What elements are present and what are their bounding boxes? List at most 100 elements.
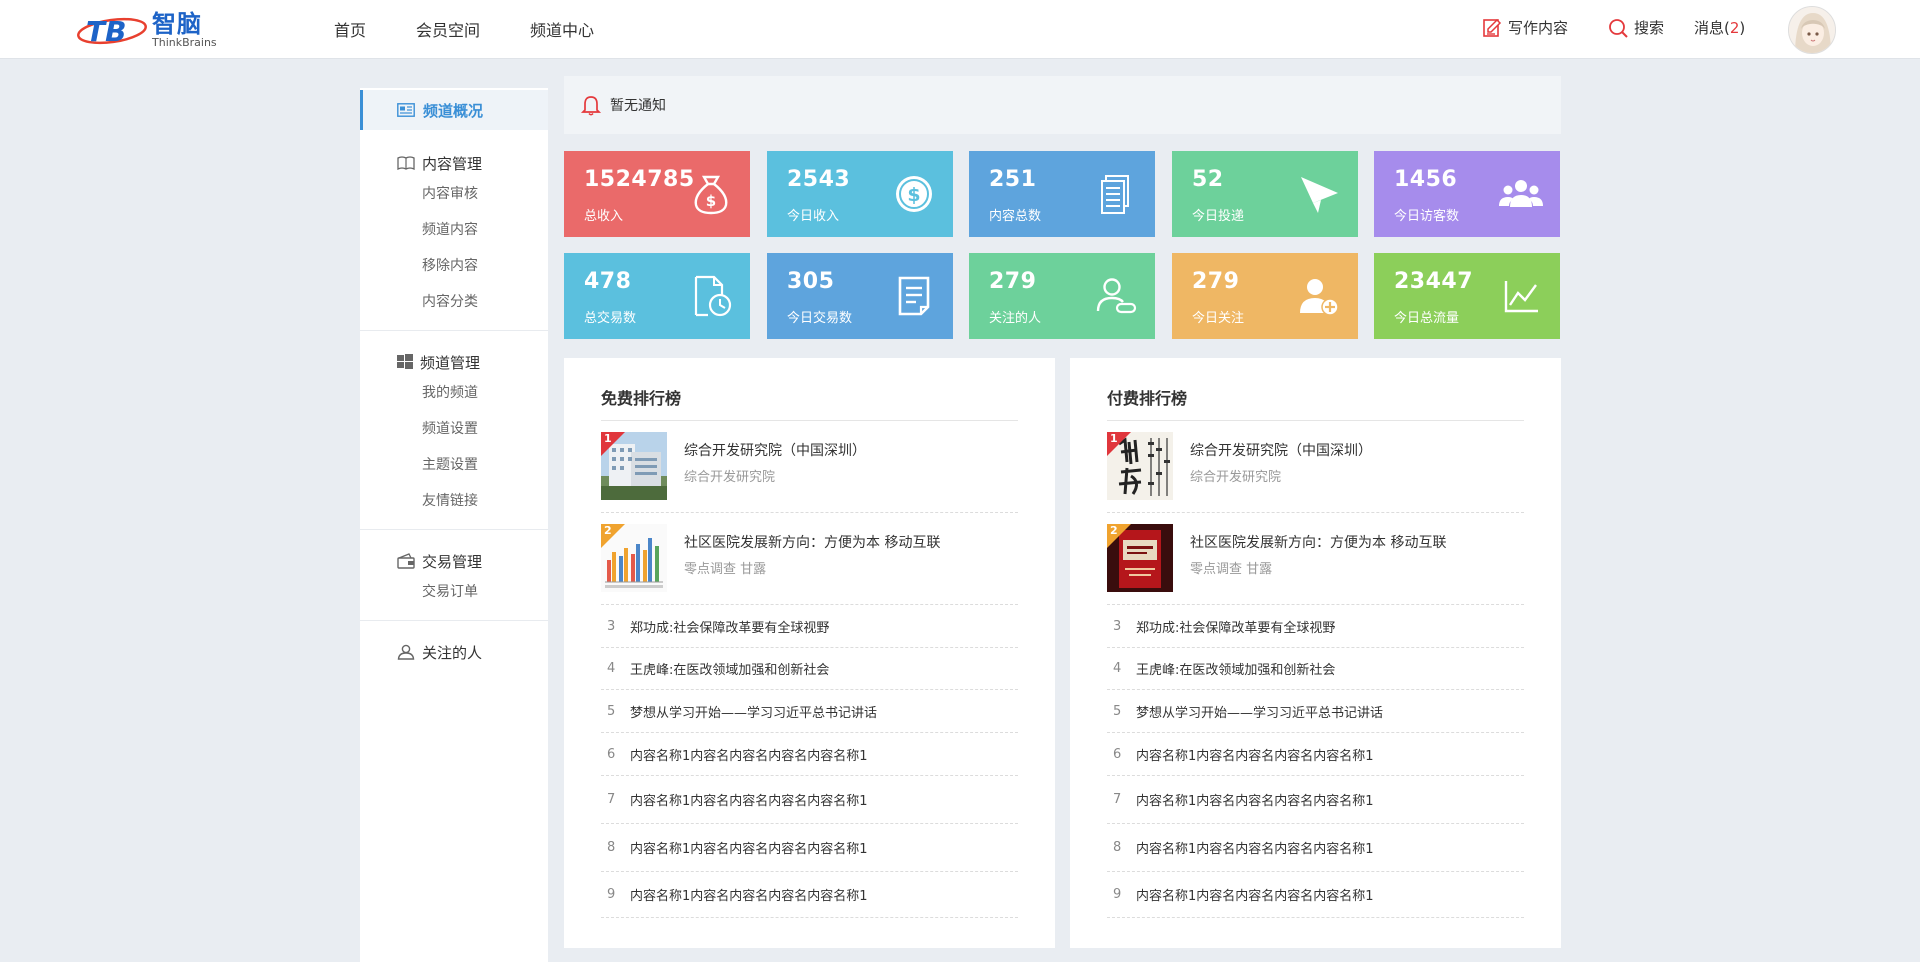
sidebar-item-theme-settings[interactable]: 主题设置 (360, 447, 548, 483)
ranking-row[interactable]: 8 内容名称1内容名内容名内容名内容名称1 (1107, 824, 1524, 872)
sidebar-item-content-category[interactable]: 内容分类 (360, 284, 548, 320)
item-title[interactable]: 内容名称1内容名内容名内容名内容名称1 (630, 838, 868, 857)
item-title[interactable]: 郑功成:社会保障改革要有全球视野 (1136, 617, 1335, 636)
item-title[interactable]: 内容名称1内容名内容名内容名内容名称1 (1136, 838, 1374, 857)
item-title[interactable]: 王虎峰:在医改领域加强和创新社会 (630, 659, 829, 678)
stat-label: 关注的人 (989, 311, 1042, 326)
ranking-featured-item[interactable]: 2 社区医院发展新方向：方便为本 移动互联 零点调查 甘露 (1107, 513, 1524, 605)
nav-channel-center[interactable]: 频道中心 (530, 0, 594, 59)
panel-title: 免费排行榜 (601, 389, 682, 408)
write-content-button[interactable]: 写作内容 (1482, 17, 1568, 38)
ranking-row[interactable]: 6 内容名称1内容名内容名内容名内容名称1 (601, 733, 1018, 776)
stat-value: 305 (787, 269, 835, 294)
item-title[interactable]: 内容名称1内容名内容名内容名内容名称1 (1136, 885, 1374, 904)
search-button[interactable]: 搜索 (1608, 17, 1664, 38)
item-title[interactable]: 梦想从学习开始——学习习近平总书记讲话 (1136, 702, 1383, 721)
sidebar-group-trade-management[interactable]: 交易管理 (360, 548, 548, 574)
ranking-row[interactable]: 7 内容名称1内容名内容名内容名内容名称1 (1107, 776, 1524, 824)
rank-number: 8 (607, 840, 616, 855)
ranking-row[interactable]: 4 王虎峰:在医改领域加强和创新社会 (1107, 648, 1524, 690)
ranking-featured-item[interactable]: 2 社区医院发展新方向：方便为本 移动互联 零点调查 甘露 (601, 513, 1018, 605)
book-cover-thumbnail: 2 (1107, 524, 1173, 592)
book-icon (397, 156, 415, 170)
item-title[interactable]: 内容名称1内容名内容名内容名内容名称1 (630, 885, 868, 904)
item-title[interactable]: 内容名称1内容名内容名内容名内容名称1 (630, 790, 868, 809)
item-title[interactable]: 内容名称1内容名内容名内容名内容名称1 (1136, 745, 1374, 764)
sidebar-item-channel-settings[interactable]: 频道设置 (360, 411, 548, 447)
stat-card[interactable]: 279 关注的人 (969, 253, 1155, 339)
messages-link[interactable]: 消息(2) (1694, 17, 1745, 38)
sidebar-group-content-management[interactable]: 内容管理 (360, 150, 548, 176)
stat-card[interactable]: 279 今日关注 (1172, 253, 1358, 339)
item-title[interactable]: 内容名称1内容名内容名内容名内容名称1 (630, 745, 868, 764)
stat-card[interactable]: 478 总交易数 (564, 253, 750, 339)
nav-home[interactable]: 首页 (334, 0, 366, 59)
stat-card[interactable]: 2543 今日收入 $ (767, 151, 953, 237)
rank-number: 7 (607, 792, 616, 807)
sidebar-group-label: 交易管理 (422, 552, 483, 571)
item-title[interactable]: 社区医院发展新方向：方便为本 移动互联 (684, 532, 940, 552)
stat-value: 279 (989, 269, 1037, 294)
rank-number: 4 (1113, 661, 1122, 676)
stat-card[interactable]: 305 今日交易数 (767, 253, 953, 339)
stat-card[interactable]: 23447 今日总流量 (1374, 253, 1560, 339)
stat-card[interactable]: 1524785 总收入 $ (564, 151, 750, 237)
write-content-label: 写作内容 (1508, 19, 1569, 37)
sidebar-item-content-review[interactable]: 内容审核 (360, 176, 548, 212)
user-follow-icon (1096, 278, 1137, 314)
ranking-featured-item[interactable]: 1 综合开发研究院（中国深圳） 综合开发研究院 (1107, 421, 1524, 513)
rank-number: 2 (604, 524, 612, 537)
bar-chart-thumbnail: 2 (601, 524, 667, 592)
calligraphy-thumbnail: 1 (1107, 432, 1173, 500)
sidebar-item-removed-content[interactable]: 移除内容 (360, 248, 548, 284)
logo[interactable]: TB 智脑 ThinkBrains (76, 8, 217, 52)
ranking-row[interactable]: 8 内容名称1内容名内容名内容名内容名称1 (601, 824, 1018, 872)
stat-value: 52 (1192, 167, 1224, 192)
item-title[interactable]: 内容名称1内容名内容名内容名内容名称1 (1136, 790, 1374, 809)
item-title[interactable]: 社区医院发展新方向：方便为本 移动互联 (1190, 532, 1446, 552)
item-title[interactable]: 梦想从学习开始——学习习近平总书记讲话 (630, 702, 877, 721)
user-avatar[interactable] (1788, 6, 1836, 54)
ranking-row[interactable]: 4 王虎峰:在医改领域加强和创新社会 (601, 648, 1018, 690)
item-title[interactable]: 综合开发研究院（中国深圳） (1190, 440, 1372, 460)
item-title[interactable]: 综合开发研究院（中国深圳） (684, 440, 866, 460)
rank-number: 6 (1113, 746, 1122, 762)
file-clock-icon (694, 275, 732, 317)
sidebar-item-channel-overview[interactable]: 频道概况 (360, 90, 548, 130)
stat-value: 1524785 (584, 167, 695, 192)
ranking-row[interactable]: 3 郑功成:社会保障改革要有全球视野 (1107, 605, 1524, 648)
rank-number: 5 (1113, 703, 1122, 719)
sidebar-divider (360, 330, 548, 331)
notification-text: 暂无通知 (610, 98, 666, 114)
ranking-row[interactable]: 3 郑功成:社会保障改革要有全球视野 (601, 605, 1018, 648)
stat-card[interactable]: 1456 今日访客数 (1374, 151, 1560, 237)
ranking-row[interactable]: 6 内容名称1内容名内容名内容名内容名称1 (1107, 733, 1524, 776)
stat-card[interactable]: 52 今日投递 (1172, 151, 1358, 237)
ranking-row[interactable]: 5 梦想从学习开始——学习习近平总书记讲话 (1107, 690, 1524, 733)
sidebar-item-following[interactable]: 关注的人 (360, 639, 548, 665)
building-thumbnail: 1 (601, 432, 667, 500)
ranking-row[interactable]: 5 梦想从学习开始——学习习近平总书记讲话 (601, 690, 1018, 733)
sidebar-group-channel-management[interactable]: 频道管理 (360, 349, 548, 375)
ranking-featured-item[interactable]: 1 综合开发研究院（中国深圳） 综合开发研究院 (601, 421, 1018, 513)
tb-logo-icon: TB (76, 10, 148, 50)
sidebar-item-trade-orders[interactable]: 交易订单 (360, 574, 548, 610)
stat-label: 今日收入 (787, 209, 840, 224)
dollar-coin-icon: $ (896, 176, 932, 212)
sidebar-item-my-channel[interactable]: 我的频道 (360, 375, 548, 411)
bell-icon (580, 96, 602, 116)
messages-label-close: ) (1739, 18, 1746, 37)
item-title[interactable]: 王虎峰:在医改领域加强和创新社会 (1136, 659, 1335, 678)
ranking-row[interactable]: 7 内容名称1内容名内容名内容名内容名称1 (601, 776, 1018, 824)
nav-member-space[interactable]: 会员空间 (416, 0, 480, 59)
notification-bar: 暂无通知 (564, 76, 1561, 134)
sidebar-item-channel-content[interactable]: 频道内容 (360, 212, 548, 248)
sidebar-group-label: 内容管理 (422, 154, 483, 173)
rank-number: 4 (607, 661, 616, 676)
ranking-row[interactable]: 9 内容名称1内容名内容名内容名内容名称1 (1107, 872, 1524, 918)
stat-card[interactable]: 251 内容总数 (969, 151, 1155, 237)
sidebar-item-label: 频道概况 (423, 101, 484, 120)
item-title[interactable]: 郑功成:社会保障改革要有全球视野 (630, 617, 829, 636)
sidebar-item-friend-links[interactable]: 友情链接 (360, 483, 548, 519)
ranking-row[interactable]: 9 内容名称1内容名内容名内容名内容名称1 (601, 872, 1018, 918)
